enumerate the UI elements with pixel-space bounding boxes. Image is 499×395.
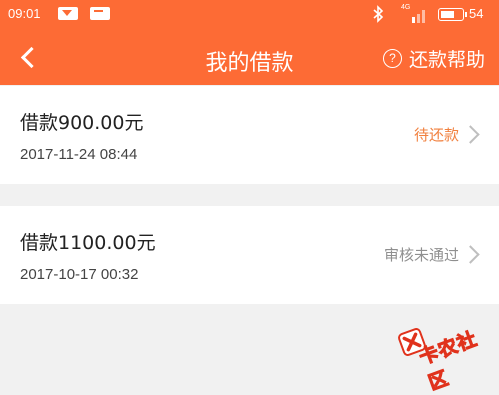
loan-date: 2017-10-17 00:32 <box>20 266 139 283</box>
back-button[interactable] <box>14 42 44 72</box>
loan-amount: 借款1100.00元 <box>20 232 156 254</box>
loan-amount: 借款900.00元 <box>20 112 144 134</box>
status-bar: 09:01 4G 54 <box>0 0 499 30</box>
chevron-right-icon <box>461 245 480 264</box>
battery-icon <box>438 8 467 21</box>
help-label: 还款帮助 <box>408 48 485 71</box>
status-time: 09:01 <box>8 6 41 21</box>
loan-item[interactable]: 借款1100.00元 2017-10-17 00:32 审核未通过 <box>0 206 499 304</box>
message-notification-icon <box>58 7 78 20</box>
help-icon: ? <box>382 48 402 68</box>
chevron-right-icon <box>461 125 480 144</box>
bluetooth-icon <box>372 5 384 27</box>
loan-item[interactable]: 借款900.00元 2017-11-24 08:44 待还款 <box>0 86 499 184</box>
watermark: 卡农社区 <box>398 318 498 395</box>
signal-strength-icon <box>400 5 428 23</box>
battery-level: 54 <box>469 6 484 21</box>
watermark-text: 卡农社区 <box>416 327 481 395</box>
nav-bar: 我的借款 ? 还款帮助 <box>0 30 499 85</box>
sd-card-notification-icon <box>90 7 110 20</box>
loan-status: 审核未通过 <box>383 246 459 264</box>
repayment-help-button[interactable]: ? 还款帮助 <box>382 45 485 71</box>
loan-date: 2017-11-24 08:44 <box>20 146 138 163</box>
loan-status: 待还款 <box>413 126 459 144</box>
